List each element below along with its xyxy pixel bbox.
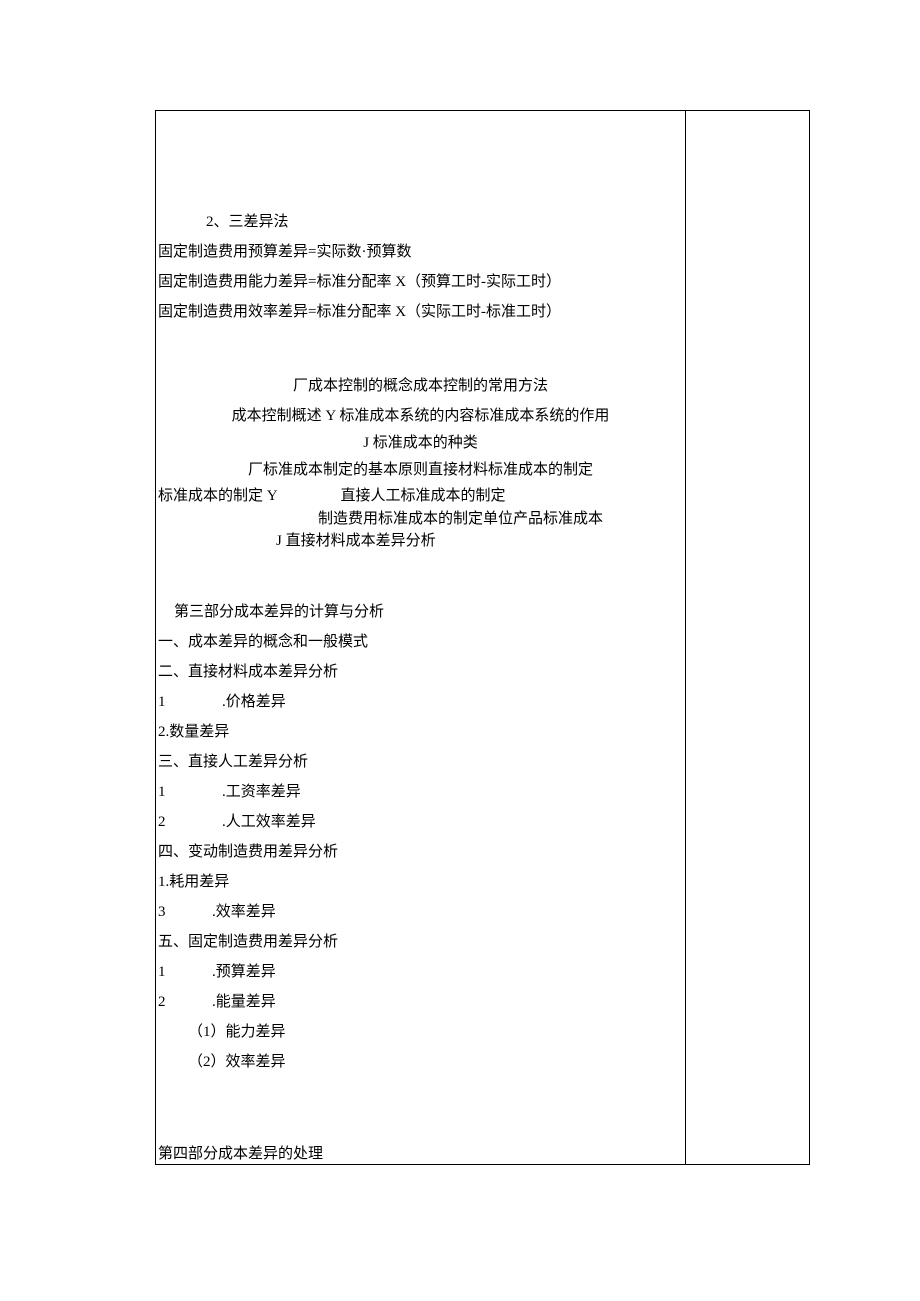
text-line: 2.人工效率差异: [158, 807, 683, 837]
text-line: 标准成本的制定 Y 直接人工标准成本的制定: [158, 485, 683, 508]
section-middle: 厂成本控制的概念成本控制的常用方法 成本控制概述 Y 标准成本系统的内容标准成本…: [158, 371, 683, 553]
list-number: 1: [158, 957, 212, 987]
text-line: 二、直接材料成本差异分析: [158, 657, 683, 687]
text-line: 1.预算差异: [158, 957, 683, 987]
main-cell: 2、三差异法 固定制造费用预算差异=实际数·预算数 固定制造费用能力差异=标准分…: [156, 111, 686, 1164]
text-line: 成本控制概述 Y 标准成本系统的内容标准成本系统的作用: [158, 401, 683, 431]
text-line: 五、固定制造费用差异分析: [158, 927, 683, 957]
list-number: 2: [158, 987, 212, 1017]
text-span: .价格差异: [222, 694, 286, 710]
side-cell: [686, 111, 809, 1164]
text-line: 2.能量差异: [158, 987, 683, 1017]
table-frame: 2、三差异法 固定制造费用预算差异=实际数·预算数 固定制造费用能力差异=标准分…: [155, 110, 810, 1165]
section-title: 第三部分成本差异的计算与分析: [158, 597, 683, 627]
text-line: （2）效率差异: [158, 1047, 683, 1077]
text-line: 2.数量差异: [158, 717, 683, 747]
text-line: 一、成本差异的概念和一般模式: [158, 627, 683, 657]
text-line: 制造费用标准成本的制定单位产品标准成本: [158, 508, 683, 531]
text-line: 3.效率差异: [158, 897, 683, 927]
text-line: 厂标准成本制定的基本原则直接材料标准成本的制定: [158, 455, 683, 485]
section-top: 2、三差异法 固定制造费用预算差异=实际数·预算数 固定制造费用能力差异=标准分…: [158, 207, 683, 327]
list-number: 1: [158, 777, 222, 807]
text-line: 厂成本控制的概念成本控制的常用方法: [158, 371, 683, 401]
text-line: 四、变动制造费用差异分析: [158, 837, 683, 867]
text-line: J 直接材料成本差异分析: [158, 530, 683, 553]
text-line: 1.耗用差异: [158, 867, 683, 897]
text-span: .预算差异: [212, 964, 276, 980]
document-page: 2、三差异法 固定制造费用预算差异=实际数·预算数 固定制造费用能力差异=标准分…: [0, 0, 920, 1301]
text-line: J 标准成本的种类: [158, 431, 683, 455]
text-span: .能量差异: [212, 994, 276, 1010]
text-line: 固定制造费用预算差异=实际数·预算数: [158, 237, 683, 267]
list-number: 1: [158, 687, 222, 717]
list-number: 2: [158, 807, 222, 837]
text-line: 1.工资率差异: [158, 777, 683, 807]
text-span: .效率差异: [212, 904, 276, 920]
text-line: 固定制造费用效率差异=标准分配率 X（实际工时-标准工时）: [158, 297, 683, 327]
text-line: 2、三差异法: [158, 207, 683, 237]
text-span: .工资率差异: [222, 784, 301, 800]
list-number: 3: [158, 897, 212, 927]
text-line: 1.价格差异: [158, 687, 683, 717]
text-line: 三、直接人工差异分析: [158, 747, 683, 777]
text-line: 固定制造费用能力差异=标准分配率 X（预算工时-实际工时）: [158, 267, 683, 297]
section-title: 第四部分成本差异的处理: [158, 1139, 683, 1169]
text-span: 直接人工标准成本的制定: [341, 488, 506, 504]
section-four: 第四部分成本差异的处理: [158, 1139, 683, 1169]
text-span: .人工效率差异: [222, 814, 316, 830]
text-span: 标准成本的制定 Y: [158, 488, 277, 504]
section-three: 第三部分成本差异的计算与分析 一、成本差异的概念和一般模式 二、直接材料成本差异…: [158, 597, 683, 1077]
text-line: （1）能力差异: [158, 1017, 683, 1047]
